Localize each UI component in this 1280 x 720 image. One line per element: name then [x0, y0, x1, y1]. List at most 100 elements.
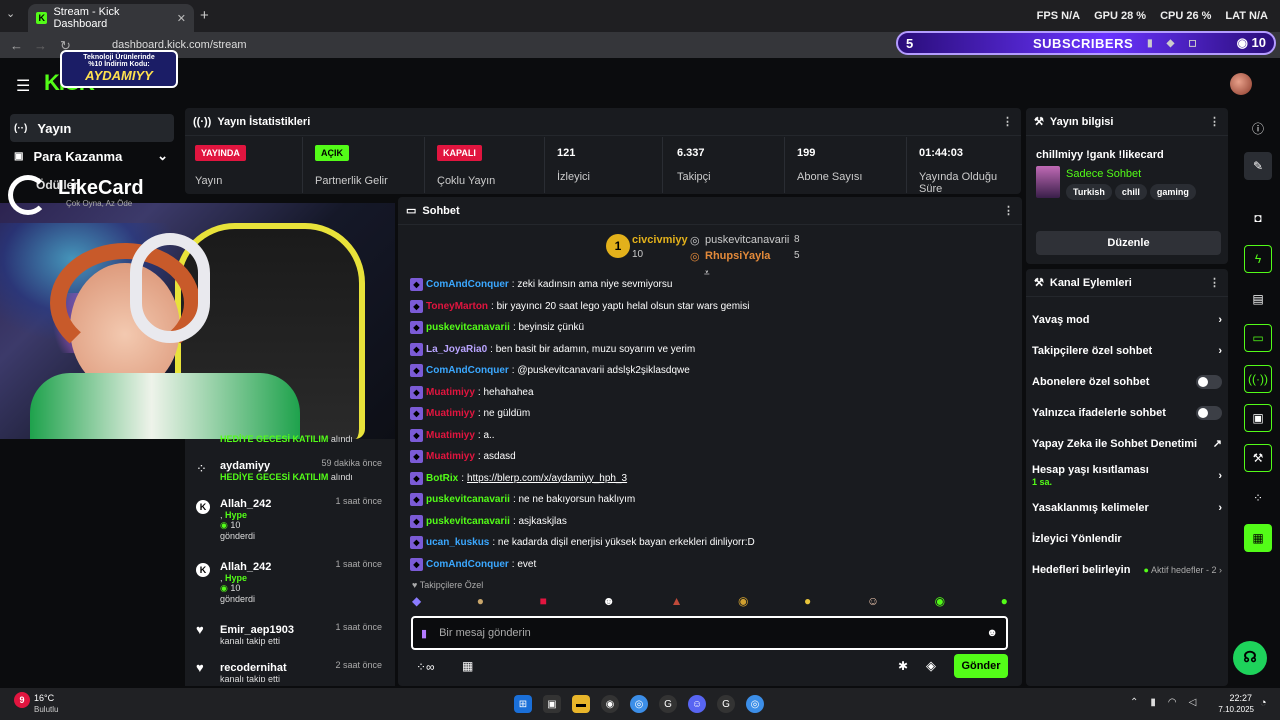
store-icon[interactable]: ▦ [462, 659, 473, 673]
activity-user[interactable]: Emir_aep1903 [220, 624, 294, 636]
url-field[interactable]: dashboard.kick.com/stream [86, 35, 886, 55]
action-slow-mode[interactable]: Yavaş mod › [1026, 304, 1228, 335]
chat-username[interactable]: ComAndConquer [426, 559, 509, 570]
chat-username[interactable]: BotRix [426, 473, 458, 484]
avatar[interactable] [1230, 73, 1252, 95]
app-g2-icon[interactable]: G [717, 695, 735, 713]
settings-icon[interactable]: ✱ [898, 659, 908, 673]
chat-username[interactable]: ToneyMarton [426, 301, 488, 312]
chat-link[interactable]: https://blerp.com/x/aydamiyy_hph_3 [467, 473, 627, 484]
kebab-menu-icon[interactable]: ⋮ [1003, 204, 1014, 217]
chat-username[interactable]: ComAndConquer [426, 365, 509, 376]
chat-username[interactable]: puskevitcanavarii [426, 494, 510, 505]
emote-icon[interactable]: ● [477, 594, 484, 612]
menu-icon[interactable]: ☰ [16, 76, 30, 96]
kebab-menu-icon[interactable]: ⋮ [1002, 115, 1013, 128]
tab-close-icon[interactable]: ✕ [177, 12, 186, 25]
chat-username[interactable]: ComAndConquer [426, 279, 509, 290]
browser-tab[interactable]: K Stream - Kick Dashboard ✕ [28, 4, 194, 32]
pencil-icon[interactable]: ✎ [1244, 152, 1272, 180]
rewards-icon[interactable]: ⁘∞ [416, 660, 435, 674]
task-view-icon[interactable]: ▣ [543, 695, 561, 713]
info-icon[interactable]: ⓘ [1244, 114, 1272, 142]
chat-username[interactable]: Muatimiyy [426, 387, 475, 398]
puzzle-icon[interactable]: ◻ [1188, 38, 1196, 49]
action-ai-moderation[interactable]: Yapay Zeka ile Sohbet Denetimi ↗ [1026, 428, 1228, 459]
new-tab-icon[interactable]: + [200, 7, 209, 24]
chat-username[interactable]: ucan_kuskus [426, 537, 489, 548]
microphone-icon[interactable]: ▮ [1150, 697, 1156, 708]
weather-temp[interactable]: 16°C [34, 693, 54, 703]
emote-icon[interactable]: ◉ [738, 594, 748, 612]
extension-icon[interactable]: ◆ [1167, 38, 1175, 49]
chat-bubble-icon[interactable]: ▭ [1244, 324, 1272, 352]
leaderboard-third[interactable]: RhupsiYayla [705, 250, 770, 262]
emote-icon[interactable]: ☺ [867, 594, 879, 612]
emotes-only-toggle[interactable] [1196, 405, 1222, 420]
camera-icon[interactable]: ◘ [1244, 204, 1272, 232]
chat-username[interactable]: Muatimiyy [426, 430, 475, 441]
chat-username[interactable]: puskevitcanavarii [426, 516, 510, 527]
emoji-icon[interactable]: ☻ [986, 627, 998, 639]
microphone-icon[interactable]: ▮ [421, 627, 427, 640]
kebab-menu-icon[interactable]: ⋮ [1209, 276, 1220, 289]
sidebar-item-monetization[interactable]: ▣ Para Kazanma ⌄ [10, 142, 174, 170]
category-name[interactable]: Sadece Sohbet [1066, 168, 1141, 180]
app-g-icon[interactable]: G [659, 695, 677, 713]
windows-start-icon[interactable]: ⊞ [514, 695, 532, 713]
subscribers-only-toggle[interactable] [1196, 374, 1222, 389]
chevron-up-icon[interactable]: ⌃ [1130, 697, 1138, 708]
forward-icon[interactable]: → [34, 38, 47, 53]
chrome-profile-icon[interactable]: ◎ [746, 695, 764, 713]
tab-search-icon[interactable]: ⌄ [6, 7, 15, 20]
action-set-goals[interactable]: Hedefleri belirleyin ● Aktif hedefler - … [1026, 554, 1228, 585]
file-explorer-icon[interactable]: ▬ [572, 695, 590, 713]
action-followers-only[interactable]: Takipçilere özel sohbet › [1026, 335, 1228, 366]
kebab-menu-icon[interactable]: ⋮ [1209, 115, 1220, 128]
chat-input[interactable]: ▮ Bir mesaj gönderin ☻ [411, 616, 1008, 650]
notification-icon[interactable]: ◔ [1260, 697, 1267, 709]
emote-icon[interactable]: ● [1001, 594, 1008, 612]
leaderboard-first[interactable]: civcivmiyy [632, 234, 688, 246]
chat-username[interactable]: Muatimiyy [426, 408, 475, 419]
action-redirect-viewers[interactable]: İzleyici Yönlendir [1026, 523, 1228, 554]
action-banned-words[interactable]: Yasaklanmış kelimeler › [1026, 492, 1228, 523]
emote-icon[interactable]: ◉ [935, 594, 945, 612]
send-button[interactable]: Gönder [954, 654, 1008, 678]
volume-icon[interactable]: ◁ [1189, 697, 1197, 708]
chat-username[interactable]: puskevitcanavarii [426, 322, 510, 333]
wifi-icon[interactable]: ◠ [1168, 697, 1177, 708]
bookmark-icon[interactable]: ▮ [1147, 38, 1153, 49]
sidebar-item-stream[interactable]: (··) Yayın [10, 114, 174, 142]
stat-label: Yayın [195, 175, 223, 187]
emote-icon[interactable]: ■ [540, 594, 547, 612]
activity-user[interactable]: Allah_242 [220, 498, 271, 510]
emote-icon[interactable]: ▲ [671, 594, 683, 612]
emote-icon[interactable]: ● [804, 594, 811, 612]
rewards-icon[interactable]: ⁘ [1244, 484, 1272, 512]
chrome-icon[interactable]: ◎ [630, 695, 648, 713]
chat-username[interactable]: Muatimiyy [426, 451, 475, 462]
discord-icon[interactable]: ☺ [688, 695, 706, 713]
activity-user[interactable]: recodernihat [220, 662, 287, 674]
edit-button[interactable]: Düzenle [1036, 231, 1221, 255]
lightning-icon[interactable]: ϟ [1244, 245, 1272, 273]
activity-user[interactable]: aydamiyy [220, 460, 270, 472]
broadcast-icon[interactable]: ((·)) [1244, 365, 1272, 393]
wrench-icon[interactable]: ⚒ [1244, 444, 1272, 472]
obs-icon[interactable]: ◉ [601, 695, 619, 713]
activity-user[interactable]: Allah_242 [220, 561, 271, 573]
support-chat-icon[interactable]: ☊ [1233, 641, 1267, 675]
emote-icon[interactable]: ◆ [412, 594, 421, 612]
emote-icon[interactable]: ☻ [602, 594, 615, 612]
chat-username[interactable]: La_JoyaRia0 [426, 344, 487, 355]
back-icon[interactable]: ← [10, 38, 23, 53]
category-thumbnail[interactable] [1036, 166, 1060, 198]
layout-icon[interactable]: ▣ [1244, 404, 1272, 432]
mod-tools-icon[interactable]: ◈ [926, 658, 936, 674]
clock-time[interactable]: 22:27 [1228, 693, 1252, 703]
app-icon[interactable]: ▦ [1244, 524, 1272, 552]
action-account-age[interactable]: Hesap yaşı kısıtlaması 1 sa. › [1026, 459, 1228, 492]
notes-icon[interactable]: ▤ [1244, 285, 1272, 313]
leaderboard-second[interactable]: puskevitcanavarii [705, 234, 789, 246]
